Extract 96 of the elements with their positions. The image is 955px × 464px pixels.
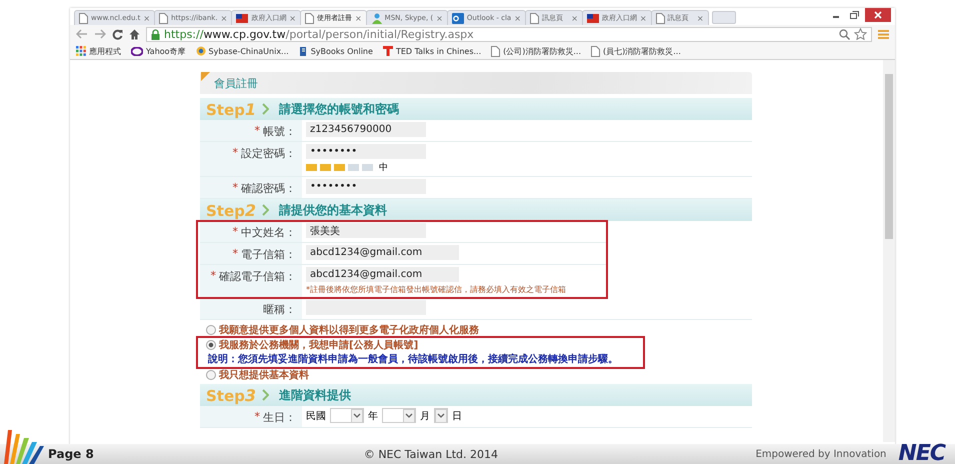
corner-icon xyxy=(201,72,210,81)
field-label: 確認密碼： xyxy=(241,181,296,196)
unit-label: 日 xyxy=(452,410,462,422)
flag-icon xyxy=(236,14,248,22)
close-icon[interactable]: × xyxy=(640,14,647,22)
dropdown[interactable] xyxy=(434,408,448,423)
required-mark: * xyxy=(232,146,238,159)
input-field[interactable]: z123456790000 xyxy=(306,122,426,137)
back-icon[interactable] xyxy=(76,29,88,39)
bookmark-item[interactable]: 應用程式 xyxy=(76,46,121,56)
input-field[interactable]: abcd1234@gmail.com xyxy=(306,245,459,260)
close-icon[interactable]: × xyxy=(571,14,578,22)
zoom-icon[interactable] xyxy=(839,28,850,40)
bookmark-item[interactable]: TED Talks in Chines... xyxy=(382,46,482,56)
globe-icon xyxy=(196,46,206,56)
form-title: 會員註冊 xyxy=(214,76,258,90)
close-icon[interactable]: × xyxy=(354,14,362,22)
stripes-logo-icon xyxy=(4,430,44,464)
option-label[interactable]: 我只想提供基本資料 xyxy=(219,368,309,382)
chevron-icon xyxy=(262,389,270,401)
explanation-text: 說明：您須先填妥進階資料申請為一般會員，待該帳號啟用後，接續完成公務轉換申請步驟。 xyxy=(206,352,619,366)
flag-icon xyxy=(586,14,599,22)
close-icon[interactable]: × xyxy=(289,14,296,22)
hint-text: *註冊後將依您所填電子信箱發出帳號確認信，請務必填入有效之電子信箱 xyxy=(306,284,566,295)
required-mark: * xyxy=(210,269,216,282)
scrollbar-thumb[interactable] xyxy=(885,74,893,239)
lock-icon xyxy=(151,28,160,40)
close-icon[interactable] xyxy=(865,8,891,22)
bookmark-item[interactable]: (員七)消防署防救災... xyxy=(591,46,681,56)
step-title: 進階資料提供 xyxy=(279,386,352,404)
step-label: Step3 xyxy=(206,386,256,404)
close-icon[interactable]: × xyxy=(696,14,704,22)
reload-icon[interactable] xyxy=(112,28,123,40)
field-label: 確認電子信箱： xyxy=(219,269,296,284)
radio-button[interactable] xyxy=(206,370,216,380)
step-title: 請選擇您的帳號和密碼 xyxy=(279,100,400,118)
home-icon[interactable] xyxy=(129,28,140,40)
field-label: 暱稱： xyxy=(263,302,296,317)
close-icon[interactable]: × xyxy=(514,14,521,22)
step-label: Step2 xyxy=(206,200,256,220)
page-number: Page 8 xyxy=(48,447,94,461)
input-field[interactable]: 張美美 xyxy=(306,223,426,238)
close-icon[interactable]: × xyxy=(143,14,150,22)
radio-button[interactable] xyxy=(206,340,216,350)
required-mark: * xyxy=(254,410,260,423)
required-mark: * xyxy=(232,181,238,194)
field-label: 電子信箱： xyxy=(241,247,296,262)
radio-button[interactable] xyxy=(206,325,216,335)
forward-icon[interactable] xyxy=(94,29,106,39)
menu-icon[interactable] xyxy=(878,28,889,40)
input-field[interactable]: •••••••• xyxy=(306,179,426,194)
field-label: 中文姓名： xyxy=(241,225,296,240)
caret-icon xyxy=(403,409,415,423)
url-text: https://www.cp.gov.tw/portal/person/initial/Registry.aspx xyxy=(164,28,474,40)
page-icon xyxy=(491,46,500,56)
bookmark-item[interactable]: SyBooks Online xyxy=(298,46,373,56)
option-label[interactable]: 我服務於公務機關，我想申請[公務人員帳號] xyxy=(219,338,418,352)
page-icon xyxy=(591,46,600,56)
company-logo: NEC xyxy=(898,443,945,464)
field-label: 生日： xyxy=(263,410,296,425)
required-mark: * xyxy=(232,225,238,238)
input-field[interactable] xyxy=(306,300,426,315)
close-icon[interactable]: × xyxy=(436,14,443,22)
required-mark: * xyxy=(254,124,260,137)
book-icon xyxy=(298,46,308,56)
field-label: 民國 xyxy=(306,410,326,422)
close-icon[interactable]: × xyxy=(220,14,228,22)
strength-label: 中 xyxy=(379,162,388,174)
required-mark: * xyxy=(232,247,238,260)
restore-icon[interactable] xyxy=(847,9,861,21)
input-field[interactable]: •••••••• xyxy=(306,144,426,159)
logo-icon xyxy=(131,46,143,56)
unit-label: 年 xyxy=(368,410,378,422)
copyright-text: © NEC Taiwan Ltd. 2014 xyxy=(364,448,498,460)
input-field[interactable]: abcd1234@gmail.com xyxy=(306,267,459,282)
caret-icon xyxy=(435,409,447,423)
new-tab-button[interactable] xyxy=(712,11,736,24)
option-label[interactable]: 我願意提供更多個人資料以得到更多電子化政府個人化服務 xyxy=(219,323,479,337)
star-icon[interactable] xyxy=(854,28,867,40)
scrollbar[interactable] xyxy=(883,60,895,442)
chevron-icon xyxy=(262,204,270,216)
chevron-icon xyxy=(262,103,270,115)
tagline-text: Empowered by Innovation xyxy=(756,448,886,460)
unit-label: 月 xyxy=(420,410,430,422)
grid-icon xyxy=(76,46,86,56)
field-label: 設定密碼： xyxy=(241,146,296,161)
address-bar[interactable]: https://www.cp.gov.tw/portal/person/initial/Registry.aspx xyxy=(146,26,872,42)
step-title: 請提供您的基本資料 xyxy=(279,202,388,218)
bookmark-item[interactable]: Yahoo奇摩 xyxy=(131,46,186,56)
logo-icon xyxy=(382,46,393,56)
step-label: Step1 xyxy=(206,100,256,118)
person-icon xyxy=(370,12,382,24)
field-label: 帳號： xyxy=(263,124,296,139)
caret-icon xyxy=(351,409,363,423)
bookmark-item[interactable]: (公司)消防署防救災... xyxy=(491,46,581,56)
bookmark-item[interactable]: Sybase-ChinaUnix... xyxy=(196,46,289,56)
